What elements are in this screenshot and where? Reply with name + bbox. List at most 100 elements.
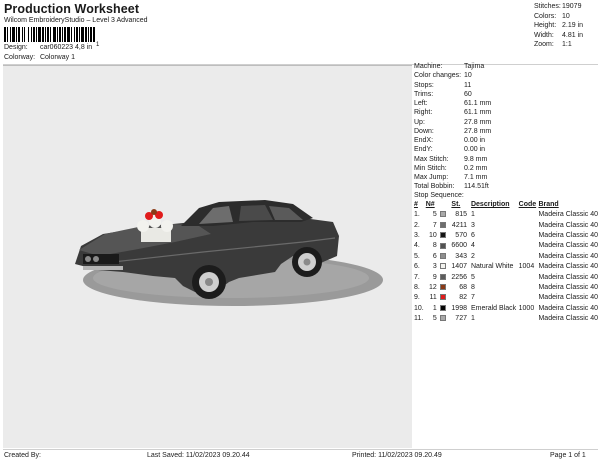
stop-index: 8. (414, 283, 420, 291)
param-row: Trims: 60 (412, 90, 598, 99)
needle-cell: 6 (424, 251, 450, 261)
param-value: 61.1 mm (464, 109, 492, 117)
col-stitches: St. (451, 201, 461, 208)
color-swatch (439, 221, 446, 228)
param-label: Left: (414, 100, 428, 107)
param-label: Up: (414, 118, 425, 126)
thread-code: 1000 (518, 304, 535, 312)
needle-cell: 5 (424, 210, 450, 220)
footer-printed: Printed: 11/02/2023 09.20.49 (352, 452, 442, 459)
col-needle: N# (425, 201, 435, 208)
param-label: Right: (414, 109, 433, 117)
headlight-icon (85, 256, 91, 262)
stitch-count: 815 (455, 211, 467, 219)
footer-page: Page 1 of 1 (550, 452, 586, 459)
colorway-value: Colorway 1 (39, 54, 75, 61)
stat-zoom: Zoom: 1:1 (534, 41, 572, 49)
needle-cell: 10 (424, 230, 450, 240)
design-stats: Stitches:19079 Colors: 10 Height: 2.19 in … (534, 2, 583, 50)
param-row: Left: 61.1 mm (412, 99, 598, 108)
thread-description: 7 (470, 294, 475, 302)
param-label: Color changes: (414, 72, 462, 80)
stop-index: 11. (414, 315, 424, 323)
param-label: Total Bobbin: (414, 183, 455, 191)
table-row: 8. 12 68 8 Madeira Classic 40 (412, 282, 598, 292)
color-swatch (439, 232, 446, 239)
color-swatch (439, 242, 446, 249)
stat-stitches: Stitches:19079 (534, 3, 582, 10)
needle-number: 11 (429, 294, 437, 302)
thread-code (517, 293, 537, 303)
stat-width: Width: 4.81 in (534, 31, 584, 39)
thread-description: 3 (470, 221, 475, 229)
param-row: Max Stitch: 9.8 mm (412, 155, 598, 164)
param-label: Min Stitch: (414, 164, 447, 172)
param-value: 60 (464, 90, 472, 98)
software-subtitle: Wilcom EmbroideryStudio – Level 3 Advanc… (4, 17, 148, 24)
thread-description: 8 (470, 283, 475, 291)
car-embroidery-image (75, 200, 383, 306)
param-value: 0.00 in (464, 146, 486, 154)
needle-number: 7 (432, 221, 437, 229)
param-value: 9.8 mm (464, 155, 488, 163)
needle-number: 8 (432, 242, 437, 250)
table-row: 3. 10 570 6 Madeira Classic 40 (412, 230, 598, 240)
param-value: 10 (464, 72, 472, 80)
colorway-label: Colorway: (4, 54, 36, 61)
param-value: 0.2 mm (464, 164, 488, 172)
stitch-count: 1998 (451, 304, 467, 312)
stitch-count: 343 (455, 252, 467, 260)
thread-code (517, 251, 537, 261)
design-preview (3, 65, 412, 448)
stat-height: Height: 2.19 in (534, 22, 584, 30)
table-row: 6. 3 1407 Natural White 1004 Madeira Classic … (412, 261, 598, 271)
thread-brand: Madeira Classic 40 (538, 294, 598, 302)
thread-brand: Madeira Classic 40 (538, 273, 598, 281)
thread-brand: Madeira Classic 40 (538, 211, 598, 219)
stat-colors: Colors: 10 (534, 12, 570, 20)
needle-cell: 8 (424, 241, 450, 251)
needle-cell: 1 (424, 303, 450, 313)
param-row: Color changes: 10 (412, 71, 598, 80)
stop-index: 7. (414, 273, 420, 281)
stop-index: 9. (414, 294, 420, 302)
stitch-count: 4211 (451, 221, 467, 229)
barcode-text: 1 (96, 42, 100, 48)
needle-number: 1 (432, 304, 437, 312)
stitch-count: 570 (455, 231, 467, 239)
table-row: 1. 5 815 1 Madeira Classic 40 (412, 210, 598, 220)
stop-index: 5. (414, 252, 420, 260)
table-row: 10. 1 1998 Emerald Black 1000 Madeira Classic… (412, 303, 598, 313)
color-swatch (439, 263, 446, 270)
thread-description: 4 (470, 242, 475, 250)
stop-index: 10. (414, 304, 424, 312)
stop-index: 4. (414, 242, 420, 250)
color-swatch (439, 273, 446, 280)
color-swatch (439, 284, 446, 291)
info-panel: Machine: Tajima Color changes: 10 Stops: 11 Tr… (412, 62, 598, 324)
stop-index: 1. (414, 211, 420, 219)
design-label: Design: (4, 44, 28, 51)
thread-description: 5 (470, 273, 475, 281)
thread-brand: Madeira Classic 40 (538, 304, 598, 312)
param-value: 0.00 in (464, 137, 486, 144)
param-label: EndX: (414, 137, 434, 144)
table-row: 9. 11 82 7 Madeira Classic 40 (412, 293, 598, 303)
param-row: Stops: 11 (412, 81, 598, 90)
table-header-row: # N# St. Description Code Brand (412, 200, 598, 210)
thread-description: Emerald Black (470, 304, 517, 312)
footer-divider (3, 449, 598, 450)
colorway-row: Colorway: Colorway 1 (4, 54, 75, 61)
needle-cell: 9 (424, 272, 450, 282)
thread-brand: Madeira Classic 40 (538, 283, 598, 291)
param-label: Max Jump: (414, 174, 449, 181)
needle-cell: 5 (424, 313, 450, 323)
stitch-count: 727 (455, 315, 467, 323)
param-label: Max Stitch: (414, 155, 449, 163)
param-label: Stops: (414, 81, 434, 89)
param-row: Down: 27.8 mm (412, 127, 598, 136)
param-value: 7.1 mm (464, 174, 488, 181)
needle-number: 10 (428, 231, 437, 239)
param-row: EndX: 0.00 in (412, 136, 598, 145)
param-label: EndY: (414, 146, 433, 154)
